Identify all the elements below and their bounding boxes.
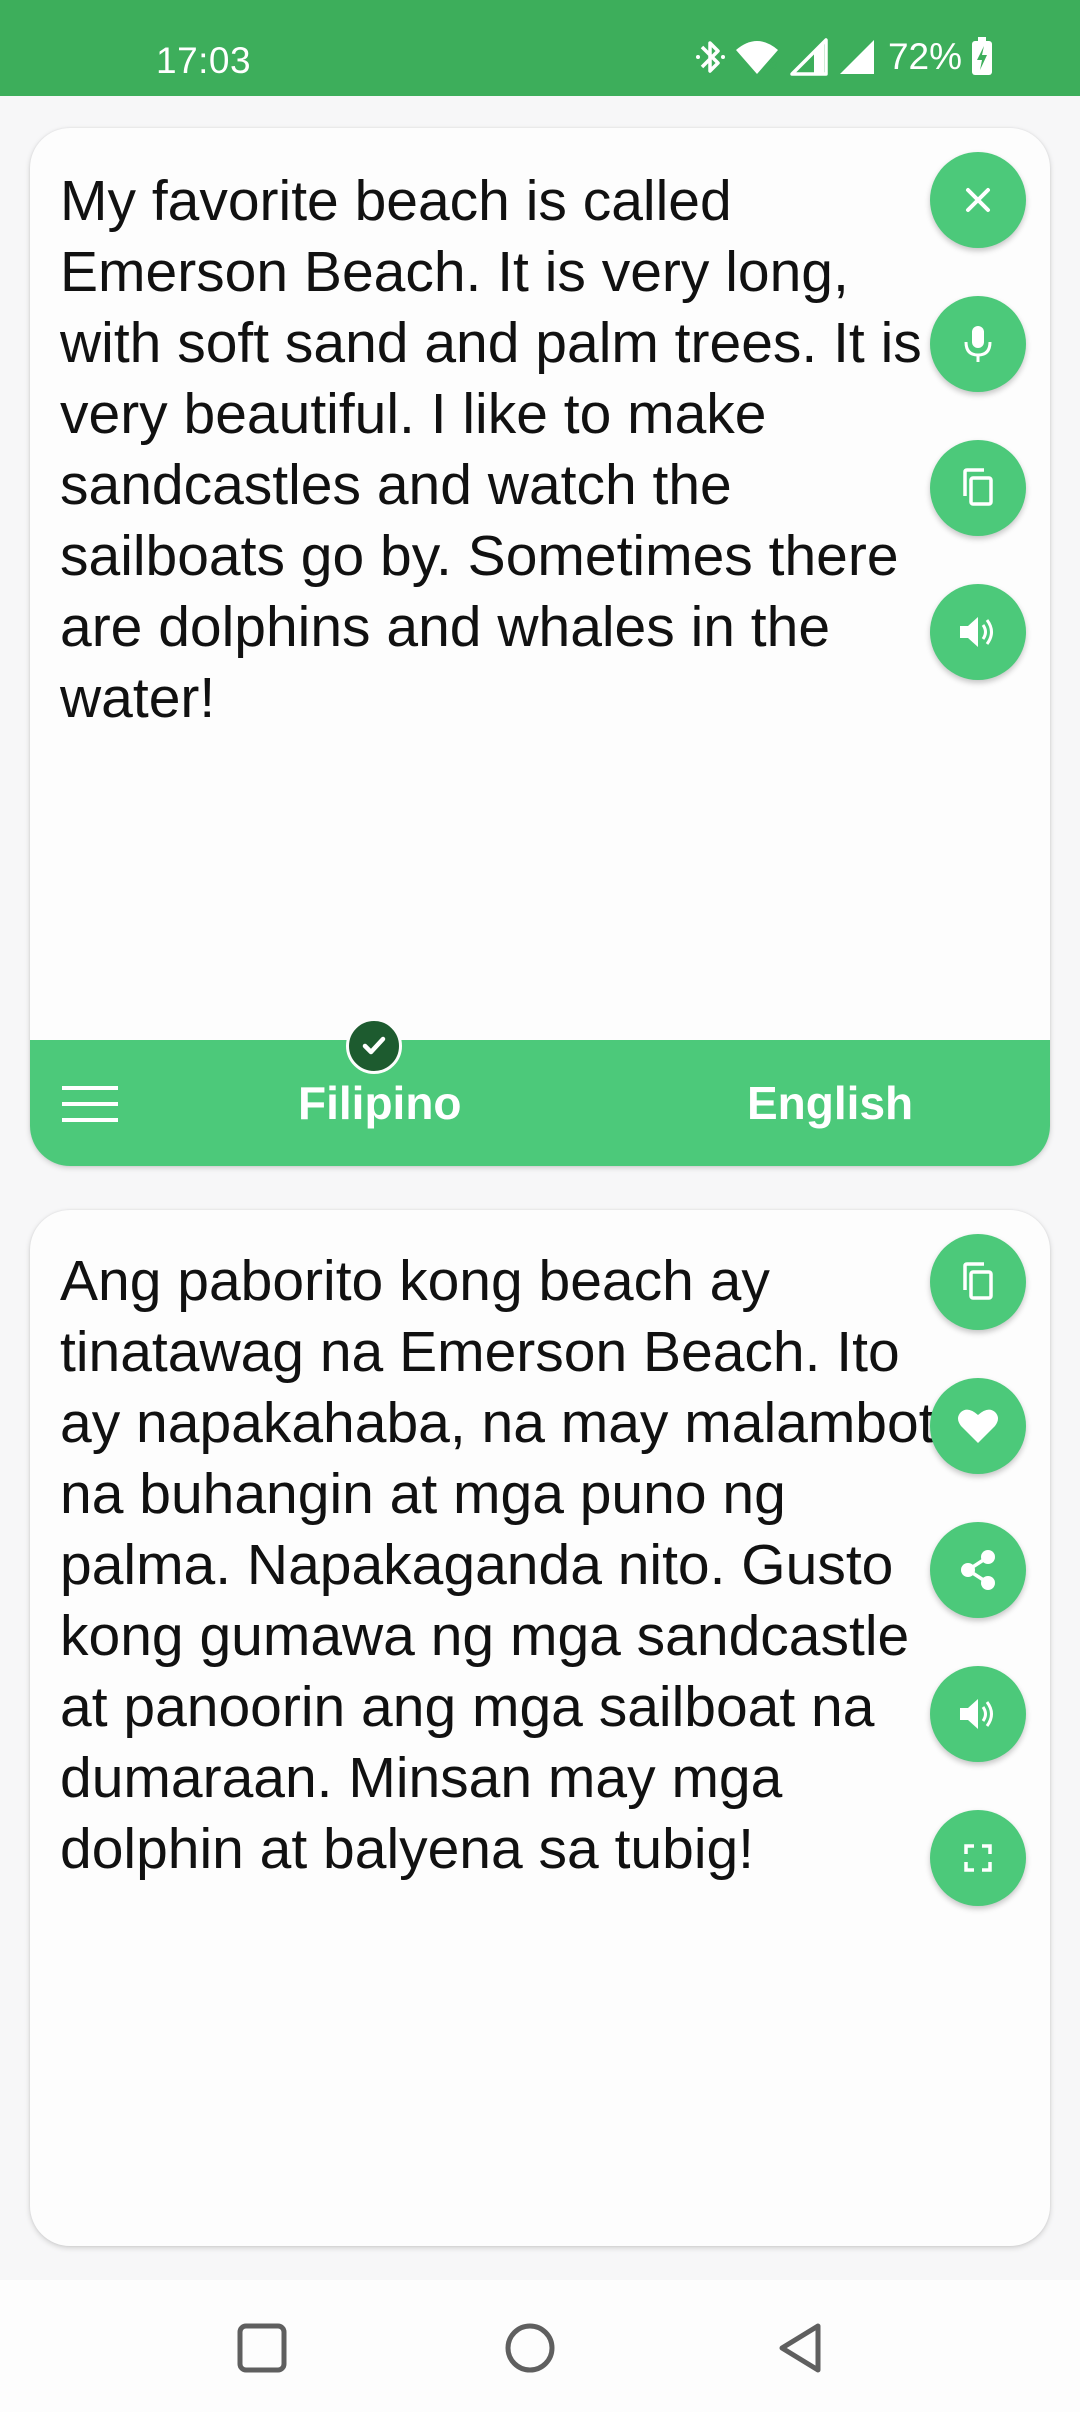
status-bar: 17:03 72% <box>0 0 1080 96</box>
source-language-button[interactable]: Filipino <box>298 1076 462 1130</box>
menu-icon[interactable] <box>62 1086 118 1127</box>
battery-percentage: 72% <box>887 36 962 77</box>
fullscreen-icon <box>964 1844 992 1872</box>
speak-translation-button[interactable] <box>930 1666 1026 1762</box>
speaker-icon <box>960 1699 993 1729</box>
input-card: My favorite beach is called Emerson Beac… <box>30 128 1050 1166</box>
copy-source-button[interactable] <box>930 440 1026 536</box>
share-button[interactable] <box>930 1522 1026 1618</box>
back-button[interactable] <box>774 2320 830 2381</box>
status-icons: 72% <box>695 36 994 78</box>
signal-icon <box>836 38 876 76</box>
circle-icon <box>505 2323 555 2373</box>
voice-input-button[interactable] <box>930 296 1026 392</box>
status-time: 17:03 <box>156 40 252 81</box>
bluetooth-icon <box>695 37 726 77</box>
copy-translation-button[interactable] <box>930 1234 1026 1330</box>
favorite-button[interactable] <box>930 1378 1026 1474</box>
microphone-icon <box>964 326 992 362</box>
copy-icon <box>963 468 993 506</box>
clear-button[interactable] <box>930 152 1026 248</box>
back-triangle-icon <box>779 2323 821 2373</box>
speaker-icon <box>960 617 993 647</box>
copy-icon <box>963 1262 993 1300</box>
wifi-icon <box>734 38 780 76</box>
language-bar: Filipino English <box>30 1018 1050 1166</box>
source-text[interactable]: My favorite beach is called Emerson Beac… <box>60 166 960 734</box>
fullscreen-button[interactable] <box>930 1810 1026 1906</box>
output-card: Ang paborito kong beach ay tinatawag na … <box>30 1210 1050 2246</box>
close-icon <box>966 188 990 212</box>
heart-icon <box>958 1409 998 1443</box>
square-icon <box>237 2323 287 2373</box>
system-navigation-bar <box>0 2280 1080 2412</box>
speak-source-button[interactable] <box>930 584 1026 680</box>
home-button[interactable] <box>502 2320 558 2381</box>
signal-icon <box>788 38 828 76</box>
target-language-button[interactable]: English <box>747 1076 913 1130</box>
selected-check-icon <box>346 1018 402 1074</box>
recent-apps-button[interactable] <box>234 2320 290 2381</box>
translated-text: Ang paborito kong beach ay tinatawag na … <box>60 1249 935 1881</box>
share-icon <box>961 1550 995 1590</box>
battery-charging-icon <box>970 37 994 77</box>
